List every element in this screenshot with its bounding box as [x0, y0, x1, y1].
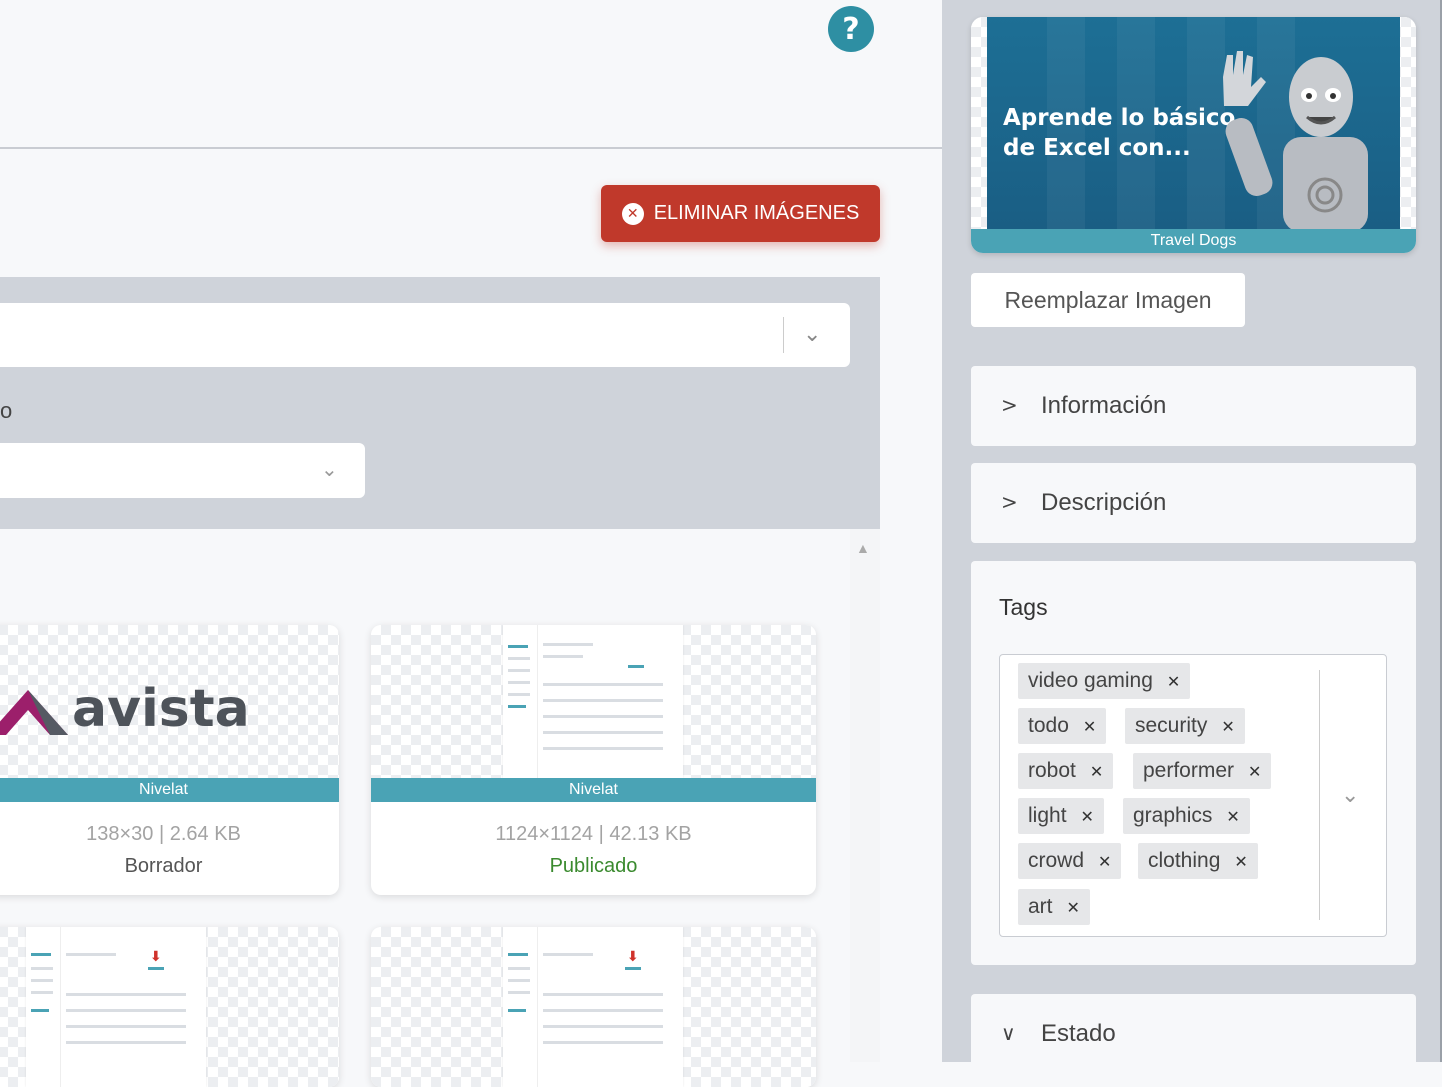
close-circle-icon: ✕: [621, 202, 644, 225]
tags-separator: [1319, 670, 1320, 920]
tags-title: Tags: [999, 594, 1048, 620]
tag-label: crowd: [1028, 849, 1085, 872]
tag-chip: clothing ✕: [1138, 843, 1258, 879]
preview-site-band: Travel Dogs: [971, 229, 1416, 253]
delete-images-button[interactable]: ✕ ELIMINAR IMÁGENES: [601, 185, 880, 242]
remove-tag-icon[interactable]: ✕: [1067, 898, 1080, 917]
remove-tag-icon[interactable]: ✕: [1248, 762, 1261, 781]
card-site-band: Nivelat: [0, 778, 339, 802]
chevron-right-icon: >: [1001, 490, 1018, 514]
tag-chip: art ✕: [1018, 889, 1090, 925]
select-separator: [783, 317, 784, 353]
secondary-filter-select[interactable]: ⌄: [0, 443, 365, 498]
remove-tag-icon[interactable]: ✕: [1083, 717, 1096, 736]
tag-chip: robot ✕: [1018, 753, 1114, 789]
preview-text-line: Aprende lo básico: [1003, 105, 1236, 131]
estado-accordion-label: Estado: [1041, 1020, 1116, 1047]
image-thumbnail: ⬇: [371, 927, 816, 1087]
tag-label: video gaming: [1028, 669, 1153, 692]
chevron-down-icon[interactable]: ⌄: [1341, 782, 1359, 808]
image-status: Borrador: [124, 855, 203, 877]
image-card[interactable]: avista Nivelat 138×30 | 2.64 KB Borrador: [0, 625, 339, 895]
filter-select[interactable]: ⌄: [0, 303, 850, 367]
replace-image-button[interactable]: Reemplazar Imagen: [971, 273, 1245, 327]
image-status: Publicado: [549, 855, 638, 877]
description-accordion[interactable]: > Descripción: [971, 463, 1416, 543]
scroll-up-arrow[interactable]: ▲: [856, 540, 870, 556]
delete-images-label: ELIMINAR IMÁGENES: [653, 202, 860, 224]
tag-label: performer: [1143, 759, 1235, 782]
tag-label: art: [1028, 895, 1053, 918]
screenshot-thumbnail: ⬇: [503, 927, 683, 1087]
remove-tag-icon[interactable]: ✕: [1081, 807, 1094, 826]
description-accordion-label: Descripción: [1041, 489, 1167, 516]
robot-illustration-icon: [1223, 51, 1368, 229]
filter-label: o: [0, 398, 13, 423]
tag-label: light: [1028, 804, 1067, 827]
chevron-right-icon: >: [1001, 393, 1018, 417]
info-accordion-label: Información: [1041, 392, 1167, 419]
help-button[interactable]: ?: [828, 6, 874, 52]
tag-label: graphics: [1133, 804, 1213, 827]
image-thumbnail: avista: [0, 625, 339, 778]
image-dimensions: 1124×1124 | 42.13 KB: [495, 823, 692, 845]
tag-chip: video gaming ✕: [1018, 663, 1191, 699]
header-divider: [0, 147, 942, 149]
tag-chip: graphics ✕: [1123, 798, 1250, 834]
avista-logo-icon: [0, 690, 68, 735]
chevron-down-icon: ⌄: [321, 459, 338, 481]
tag-label: clothing: [1148, 849, 1221, 872]
image-thumbnail: [371, 625, 816, 778]
tag-label: todo: [1028, 714, 1069, 737]
tag-chip: todo ✕: [1018, 708, 1107, 744]
tag-chip: crowd ✕: [1018, 843, 1122, 879]
image-card[interactable]: ⬇: [0, 927, 339, 1087]
tag-chip: light ✕: [1018, 798, 1104, 834]
help-icon: ?: [842, 11, 860, 47]
preview-text-line: de Excel con...: [1003, 135, 1191, 161]
image-card[interactable]: Nivelat 1124×1124 | 42.13 KB Publicado: [371, 625, 816, 895]
tag-chip: security ✕: [1125, 708, 1245, 744]
content-gutter: [880, 277, 942, 1062]
screenshot-thumbnail: [503, 625, 683, 778]
tag-label: robot: [1028, 759, 1076, 782]
tag-label: security: [1135, 714, 1208, 737]
info-accordion[interactable]: > Información: [971, 366, 1416, 446]
image-dimensions: 138×30 | 2.64 KB: [86, 823, 241, 845]
preview-image: Aprende lo básico de Excel con...: [987, 17, 1400, 229]
logo-text: avista: [72, 679, 250, 739]
remove-tag-icon[interactable]: ✕: [1234, 852, 1247, 871]
estado-accordion[interactable]: ∨ Estado: [971, 994, 1416, 1074]
tag-chip: performer ✕: [1133, 753, 1272, 789]
chevron-down-icon: ∨: [1001, 1021, 1016, 1045]
remove-tag-icon[interactable]: ✕: [1226, 807, 1239, 826]
chevron-down-icon: ⌄: [803, 321, 822, 346]
image-preview-card: Aprende lo básico de Excel con... Travel…: [971, 17, 1416, 253]
remove-tag-icon[interactable]: ✕: [1098, 852, 1111, 871]
remove-tag-icon[interactable]: ✕: [1167, 672, 1180, 691]
image-card[interactable]: ⬇: [371, 927, 816, 1087]
remove-tag-icon[interactable]: ✕: [1090, 762, 1103, 781]
image-thumbnail: ⬇: [0, 927, 339, 1087]
screenshot-thumbnail: ⬇: [26, 927, 206, 1087]
card-site-band: Nivelat: [371, 778, 816, 802]
grid-scrollbar[interactable]: [850, 529, 880, 1062]
remove-tag-icon[interactable]: ✕: [1221, 717, 1234, 736]
